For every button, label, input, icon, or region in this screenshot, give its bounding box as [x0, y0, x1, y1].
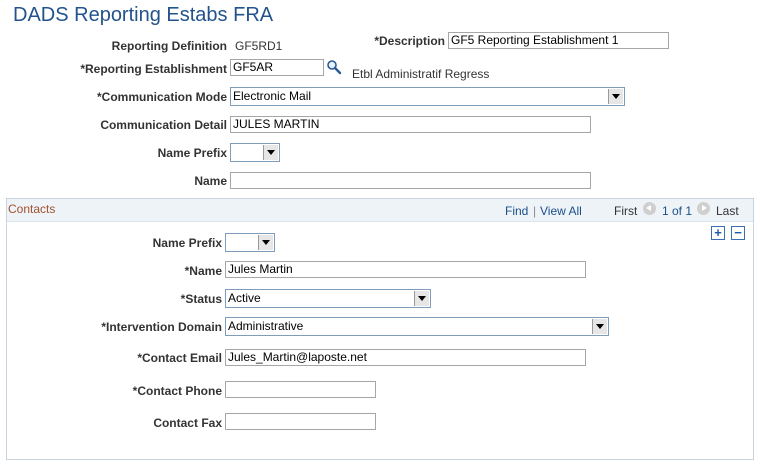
- chevron-down-icon[interactable]: [258, 235, 273, 250]
- last-label[interactable]: Last: [716, 204, 739, 218]
- communication-mode-label: *Communication Mode: [96, 90, 227, 104]
- contacts-header: [7, 199, 753, 222]
- page-title: DADS Reporting Estabs FRA: [13, 4, 274, 26]
- communication-mode-select[interactable]: Electronic Mail: [230, 87, 625, 106]
- reporting-establishment-description: Etbl Administratif Regress: [352, 67, 490, 81]
- chevron-down-icon[interactable]: [263, 145, 278, 160]
- contact-name-input[interactable]: Jules Martin: [225, 261, 586, 278]
- page-indicator: 1 of 1: [662, 204, 693, 218]
- add-row-icon[interactable]: +: [711, 226, 725, 240]
- contact-email-label: *Contact Email: [137, 351, 222, 365]
- name-input[interactable]: [230, 172, 591, 189]
- contact-phone-input[interactable]: [225, 381, 376, 398]
- communication-detail-input[interactable]: JULES MARTIN: [230, 116, 591, 133]
- chevron-down-icon[interactable]: [592, 319, 607, 334]
- contact-name-label: *Name: [184, 264, 222, 278]
- description-input[interactable]: GF5 Reporting Establishment 1: [448, 32, 669, 49]
- status-selected: Active: [228, 291, 261, 305]
- communication-detail-label: Communication Detail: [100, 118, 227, 132]
- contact-phone-label: *Contact Phone: [132, 384, 222, 398]
- intervention-domain-label: *Intervention Domain: [101, 320, 222, 334]
- find-link[interactable]: Find: [505, 204, 528, 218]
- contact-name-prefix-select[interactable]: [225, 233, 275, 252]
- intervention-domain-select[interactable]: Administrative: [225, 317, 609, 336]
- delete-row-icon[interactable]: −: [731, 226, 745, 240]
- contact-fax-input[interactable]: [225, 413, 376, 430]
- contact-email-input[interactable]: Jules_Martin@laposte.net: [225, 349, 586, 366]
- nav-separator: |: [533, 204, 537, 218]
- reporting-establishment-input[interactable]: GF5AR: [230, 59, 324, 76]
- communication-mode-selected: Electronic Mail: [233, 89, 312, 103]
- chevron-down-icon[interactable]: [414, 291, 429, 306]
- contact-fax-label: Contact Fax: [153, 416, 222, 430]
- contact-name-prefix-label: Name Prefix: [152, 236, 222, 250]
- name-prefix-select[interactable]: [230, 143, 280, 162]
- description-label: *Description: [374, 34, 445, 48]
- previous-icon[interactable]: [643, 202, 656, 215]
- first-label[interactable]: First: [614, 204, 637, 218]
- status-select[interactable]: Active: [225, 289, 431, 308]
- reporting-definition-value: GF5RD1: [235, 39, 283, 53]
- contacts-title: Contacts: [8, 202, 56, 216]
- reporting-establishment-label: *Reporting Establishment: [80, 62, 227, 76]
- lookup-icon[interactable]: [326, 59, 342, 75]
- status-label: *Status: [180, 292, 222, 306]
- view-all-link[interactable]: View All: [540, 204, 582, 218]
- reporting-definition-label: Reporting Definition: [111, 39, 227, 53]
- name-label: Name: [194, 174, 227, 188]
- name-prefix-label: Name Prefix: [157, 146, 227, 160]
- intervention-domain-selected: Administrative: [228, 319, 304, 333]
- chevron-down-icon[interactable]: [608, 89, 623, 104]
- next-icon[interactable]: [697, 202, 710, 215]
